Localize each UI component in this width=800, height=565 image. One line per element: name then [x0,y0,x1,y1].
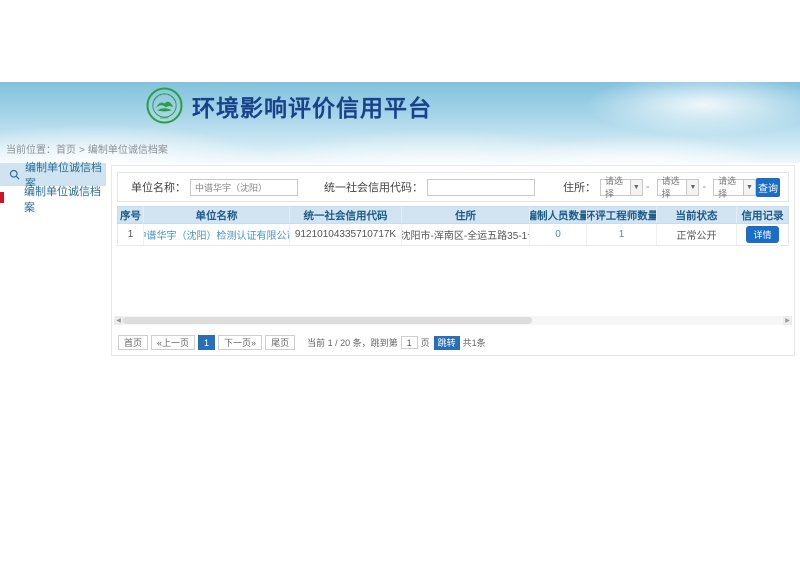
table-row: 1 中谱华宇（沈阳）检测认证有限公司 91210104335710717K 辽宁… [117,224,789,246]
address-label: 住所： [563,179,596,195]
col-header-engineer: 环评工程师数量 [587,207,657,223]
scrollbar-track[interactable] [123,316,783,325]
chevron-down-icon[interactable]: ▼ [630,180,642,195]
pagination-info-suffix: 页 [421,336,430,349]
jump-button[interactable]: 跳转 [434,336,460,350]
col-header-name: 单位名称 [144,207,290,223]
select-separator: - [646,181,650,193]
search-icon [9,169,20,180]
credit-code-value: 91210104335710717K [290,224,402,245]
breadcrumb-separator: > [79,145,85,156]
search-button[interactable]: 查询 [756,178,780,197]
pagination: 首页 «上一页 1 下一页» 尾页 当前 1 / 20 条，跳到第 页 跳转 共… [118,335,486,350]
results-table: 序号 单位名称 统一社会信用代码 住所 编制人员数量 环评工程师数量 当前状态 … [117,206,789,246]
engineer-count-link[interactable]: 1 [619,229,625,240]
chevron-down-icon[interactable]: ▼ [686,180,698,195]
scrollbar-thumb[interactable] [123,317,532,324]
page-1-button[interactable]: 1 [198,335,215,350]
logo-mee-text: MEE [160,115,169,120]
unit-name-label: 单位名称： [131,179,186,195]
scroll-left-icon[interactable]: ◀ [114,316,123,325]
mee-logo-icon: MEE [146,87,183,124]
col-header-code: 统一社会信用代码 [290,207,402,223]
breadcrumb-current: 编制单位诚信档案 [88,145,168,156]
sidebar-item-label: 编制单位诚信档案 [24,183,106,215]
credit-code-input[interactable] [427,179,535,196]
detail-button[interactable]: 详情 [746,226,778,243]
district-select-value: 请选择 [714,174,743,200]
breadcrumb-home-link[interactable]: 首页 [56,145,76,156]
total-count: 共1条 [463,336,486,349]
brand: MEE 环境影响评价信用平台 [146,87,432,124]
header-banner: MEE 环境影响评价信用平台 当前位置：首页>编制单位诚信档案 [0,82,800,163]
pagination-info: 当前 1 / 20 条，跳到第 [307,336,398,349]
staff-count-link[interactable]: 0 [555,229,561,240]
row-index: 1 [118,224,144,245]
next-page-button[interactable]: 下一页» [218,335,262,350]
address-province-select[interactable]: 请选择 ▼ [600,179,643,196]
search-form: 单位名称： 统一社会信用代码： 住所： 请选择 ▼ - 请选择 ▼ - 请选择 … [117,172,789,202]
select-separator: - [702,181,706,193]
sidebar: 编制单位诚信档案 编制单位诚信档案 [0,163,106,211]
last-page-button[interactable]: 尾页 [265,335,295,350]
city-select-value: 请选择 [658,174,687,200]
col-header-status: 当前状态 [657,207,737,223]
sidebar-item-archive[interactable]: 编制单位诚信档案 [0,186,106,211]
company-name-link[interactable]: 中谱华宇（沈阳）检测认证有限公司 [144,227,290,242]
col-header-record: 信用记录 [737,207,788,223]
col-header-address: 住所 [402,207,530,223]
first-page-button[interactable]: 首页 [118,335,148,350]
table-header-row: 序号 单位名称 统一社会信用代码 住所 编制人员数量 环评工程师数量 当前状态 … [117,206,789,224]
page: MEE 环境影响评价信用平台 当前位置：首页>编制单位诚信档案 编制单位诚信档案… [0,0,800,565]
main-panel: 单位名称： 统一社会信用代码： 住所： 请选择 ▼ - 请选择 ▼ - 请选择 … [111,165,795,356]
jump-page-input[interactable] [401,336,418,349]
breadcrumb: 当前位置：首页>编制单位诚信档案 [6,141,168,156]
address-city-select[interactable]: 请选择 ▼ [657,179,700,196]
prev-page-button[interactable]: «上一页 [151,335,195,350]
breadcrumb-prefix: 当前位置： [6,145,56,156]
unit-name-input[interactable] [190,179,298,196]
chevron-down-icon[interactable]: ▼ [743,180,755,195]
selected-marker [0,192,4,203]
page-title: 环境影响评价信用平台 [192,89,432,123]
status-text: 正常公开 [657,224,737,245]
col-header-staff: 编制人员数量 [530,207,587,223]
horizontal-scrollbar[interactable]: ◀ ▶ [114,316,792,325]
address-district-select[interactable]: 请选择 ▼ [713,179,756,196]
col-header-index: 序号 [118,207,144,223]
address-value: 辽宁省-沈阳市-浑南区-全运五路35-1号楼902 [402,224,530,245]
scroll-right-icon[interactable]: ▶ [783,316,792,325]
province-select-value: 请选择 [601,174,630,200]
credit-code-label: 统一社会信用代码： [324,179,423,195]
